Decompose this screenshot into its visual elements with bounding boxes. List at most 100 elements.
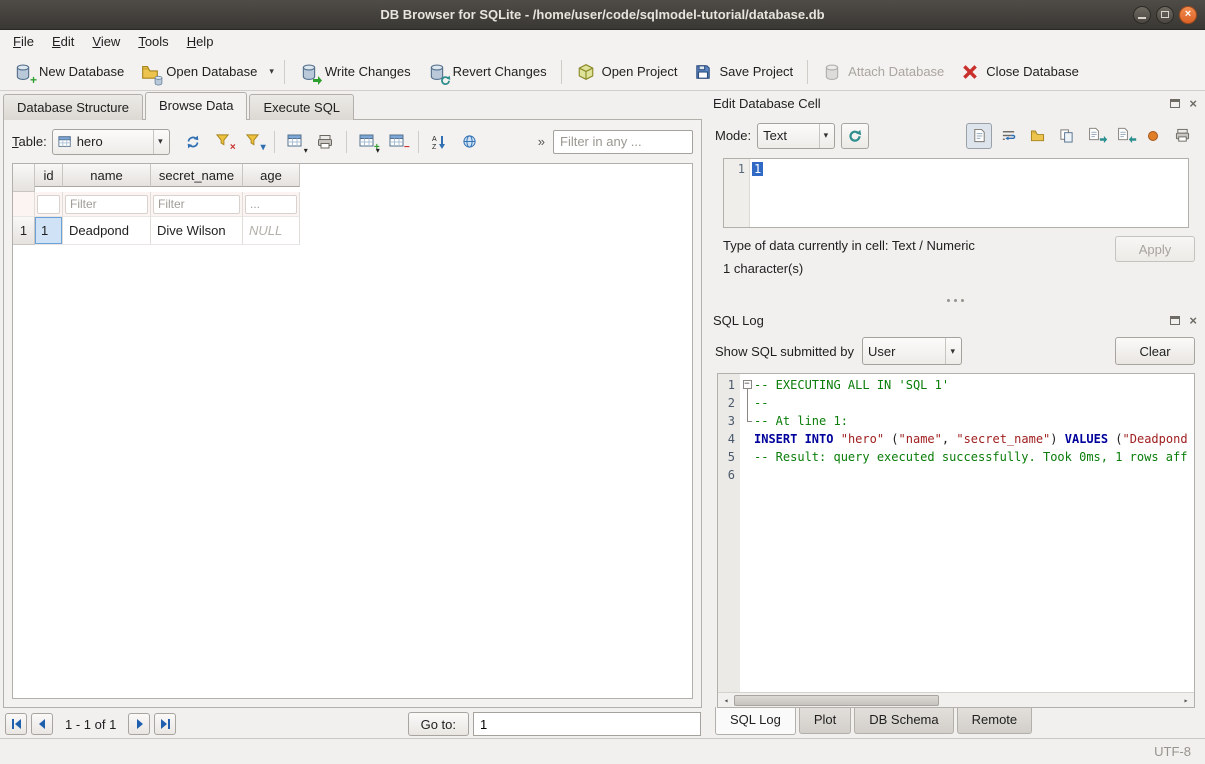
print-cell-button[interactable] (1169, 123, 1195, 149)
sql-log-lines: 1−-- EXECUTING ALL IN 'SQL 1'2--3-- At l… (718, 376, 1194, 692)
refresh-button[interactable] (181, 129, 206, 154)
close-button[interactable]: × (1179, 6, 1197, 24)
menu-item-edit[interactable]: Edit (43, 31, 83, 52)
new-database-button[interactable]: + New Database (5, 56, 132, 88)
column-header-id[interactable]: id (35, 164, 63, 187)
window-title: DB Browser for SQLite - /home/user/code/… (0, 7, 1205, 22)
tab-sql-log[interactable]: SQL Log (715, 707, 796, 735)
print-table-button[interactable] (313, 129, 338, 154)
copy-button[interactable] (1053, 123, 1079, 149)
tab-db-schema[interactable]: DB Schema (854, 707, 953, 734)
apply-button: Apply (1115, 236, 1195, 262)
goto-input[interactable] (473, 712, 701, 736)
menu-item-view[interactable]: View (83, 31, 129, 52)
import-button[interactable] (1082, 123, 1108, 149)
refresh-cell-button[interactable] (841, 123, 869, 149)
open-database-icon (140, 62, 160, 82)
scroll-right-button[interactable]: ▸ (1178, 693, 1194, 707)
menu-item-tools[interactable]: Tools (129, 31, 177, 52)
minimize-button[interactable] (1133, 6, 1151, 24)
tab-browse-data[interactable]: Browse Data (145, 92, 247, 120)
scroll-thumb[interactable] (734, 695, 939, 706)
close-dock-icon[interactable]: × (1189, 314, 1197, 327)
row-number-header[interactable] (13, 164, 35, 192)
cell-name[interactable]: Deadpond (63, 217, 151, 245)
open-file-button[interactable] (1024, 123, 1050, 149)
close-dock-icon[interactable]: × (1189, 97, 1197, 110)
maximize-button[interactable] (1156, 6, 1174, 24)
cell-age[interactable]: NULL (243, 217, 300, 245)
cell-content[interactable]: 1 (750, 159, 1188, 227)
save-project-button[interactable]: Save Project (685, 56, 801, 88)
goto-button[interactable]: Go to: (408, 712, 469, 736)
clear-button[interactable]: Clear (1115, 337, 1195, 365)
toolbar-overflow-chevron[interactable]: » (535, 134, 548, 149)
mode-selector[interactable]: Text ▾ (757, 123, 835, 149)
export-button[interactable] (1111, 123, 1137, 149)
right-panel: Edit Database Cell × Mode: Text ▾ (705, 91, 1205, 738)
row-number[interactable]: 1 (13, 217, 35, 245)
float-dock-icon[interactable] (1170, 99, 1180, 108)
sql-line-text: INSERT INTO "hero" ("name", "secret_name… (754, 430, 1194, 448)
cell-editor[interactable]: 1 1 (723, 158, 1189, 228)
open-database-button[interactable]: Open Database (132, 56, 265, 88)
cell-id[interactable]: 1 (35, 217, 63, 245)
scroll-left-button[interactable]: ◂ (718, 693, 734, 707)
submitter-selector[interactable]: User ▾ (862, 337, 962, 365)
write-changes-button[interactable]: Write Changes (291, 56, 419, 88)
filter-input-age[interactable]: ... (245, 195, 297, 214)
menu-item-file[interactable]: File (4, 31, 43, 52)
fold-guide (740, 412, 754, 430)
table-selector-value: hero (77, 134, 148, 149)
fold-guide (740, 430, 754, 448)
filter-input-id[interactable] (37, 195, 60, 214)
close-database-button[interactable]: Close Database (952, 56, 1087, 88)
open-project-button[interactable]: Open Project (568, 56, 686, 88)
first-page-button[interactable] (5, 713, 27, 735)
sql-log-view[interactable]: 1−-- EXECUTING ALL IN 'SQL 1'2--3-- At l… (717, 373, 1195, 708)
word-wrap-button[interactable] (995, 123, 1021, 149)
filter-input-name[interactable]: Filter (65, 195, 148, 214)
clear-filters-button[interactable]: × (211, 129, 236, 154)
save-table-button[interactable]: ▾ (283, 129, 308, 154)
column-header-name[interactable]: name (63, 164, 151, 187)
attach-database-icon (822, 62, 842, 82)
text-mode-button[interactable] (966, 123, 992, 149)
tab-database-structure[interactable]: Database Structure (3, 94, 143, 120)
sql-log-dock-header: SQL Log × (705, 308, 1205, 333)
horizontal-scrollbar[interactable]: ◂ ▸ (718, 692, 1194, 707)
char-count-label: 1 character(s) (723, 261, 1189, 276)
column-header-age[interactable]: age (243, 164, 300, 187)
filter-input-secret-name[interactable]: Filter (153, 195, 240, 214)
splitter-handle[interactable] (705, 292, 1205, 308)
main-toolbar: + New Database Open Database ▾ Write Cha… (0, 53, 1205, 91)
tab-remote[interactable]: Remote (957, 707, 1033, 734)
encoding-button[interactable] (457, 129, 482, 154)
open-database-dropdown[interactable]: ▾ (265, 56, 278, 87)
column-header-secret-name[interactable]: secret_name (151, 164, 243, 187)
tab-execute-sql[interactable]: Execute SQL (249, 94, 354, 120)
sort-button[interactable]: A Z (427, 129, 452, 154)
menu-item-help[interactable]: Help (178, 31, 223, 52)
cell-secret-name[interactable]: Dive Wilson (151, 217, 243, 245)
delete-record-button[interactable]: − (385, 129, 410, 154)
save-filter-button[interactable]: ▾ (241, 129, 266, 154)
last-page-button[interactable] (154, 713, 176, 735)
refresh-cell-icon (848, 129, 862, 143)
window-controls: × (1133, 6, 1205, 24)
next-page-button[interactable] (128, 713, 150, 735)
table-selector[interactable]: hero ▾ (52, 129, 170, 155)
float-dock-icon[interactable] (1170, 316, 1180, 325)
fold-marker-icon[interactable]: − (740, 376, 754, 394)
set-null-button[interactable] (1140, 123, 1166, 149)
sql-log-line: 1−-- EXECUTING ALL IN 'SQL 1' (718, 376, 1194, 394)
sql-log-line: 2-- (718, 394, 1194, 412)
insert-record-caret: ▾ (376, 146, 380, 155)
insert-record-button[interactable]: + ▾ (355, 129, 380, 154)
set-null-icon (1147, 130, 1159, 142)
global-filter-input[interactable] (553, 130, 693, 154)
revert-changes-button[interactable]: Revert Changes (419, 56, 555, 88)
prev-page-button[interactable] (31, 713, 53, 735)
data-grid[interactable]: id name secret_name age Filter Filter ..… (12, 163, 693, 699)
tab-plot[interactable]: Plot (799, 707, 851, 734)
